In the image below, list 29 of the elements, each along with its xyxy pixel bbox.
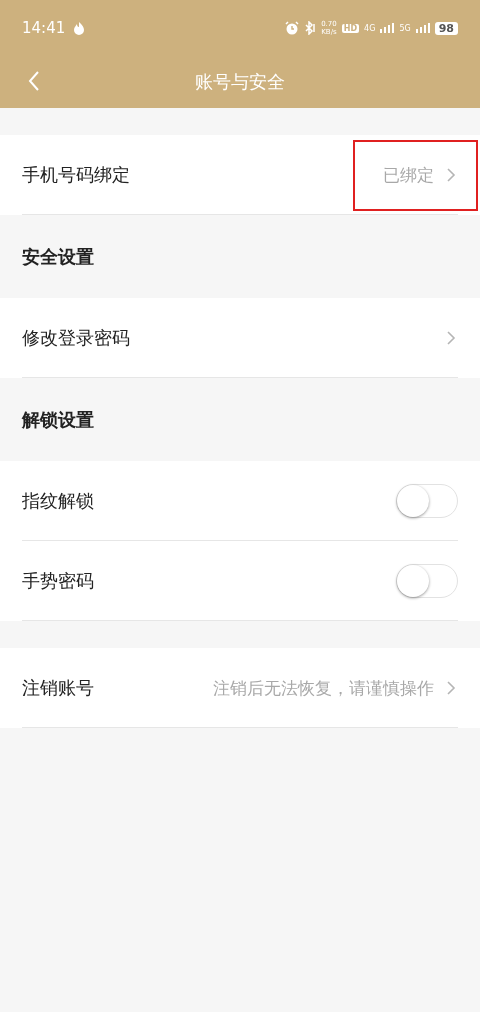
chevron-right-icon <box>446 167 456 183</box>
signal-icon <box>415 23 430 33</box>
hd-badge: HD <box>341 23 360 33</box>
row-label: 指纹解锁 <box>22 489 94 513</box>
battery-level: 98 <box>434 21 458 35</box>
flame-icon <box>73 21 86 35</box>
row-value: 已绑定 <box>383 163 434 187</box>
chevron-right-icon <box>446 680 456 696</box>
row-value: 注销后无法恢复，请谨慎操作 <box>213 676 434 700</box>
row-label: 手机号码绑定 <box>22 163 130 187</box>
settings-row[interactable]: 手机号码绑定 已绑定 <box>0 135 480 215</box>
row-label: 手势密码 <box>22 569 94 593</box>
toggle-switch[interactable] <box>396 564 458 598</box>
settings-row[interactable]: 注销账号 注销后无法恢复，请谨慎操作 <box>0 648 480 728</box>
signal-icon <box>380 23 395 33</box>
bluetooth-icon <box>304 21 317 35</box>
section-header: 解锁设置 <box>22 407 94 432</box>
status-time: 14:41 <box>22 19 66 37</box>
chevron-right-icon <box>446 330 456 346</box>
row-label: 修改登录密码 <box>22 326 130 350</box>
section-header: 安全设置 <box>22 244 94 269</box>
row-label: 注销账号 <box>22 676 94 700</box>
network-label: 4G <box>364 23 376 33</box>
settings-row[interactable]: 修改登录密码 <box>0 298 480 378</box>
network-label: 5G <box>399 23 411 33</box>
back-icon[interactable] <box>28 70 40 92</box>
toggle-switch[interactable] <box>396 484 458 518</box>
alarm-icon <box>285 21 300 35</box>
page-title: 账号与安全 <box>195 70 285 94</box>
